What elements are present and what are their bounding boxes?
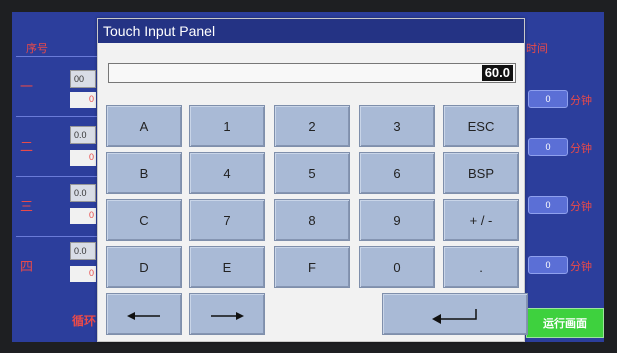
bg-row-1-box[interactable]: 00 (70, 70, 96, 88)
bg-row-1-unit: 分钟 (570, 94, 592, 107)
key-6[interactable]: 6 (359, 152, 435, 194)
bg-row-4-pill[interactable]: 0 (528, 256, 568, 274)
bg-row-1-pill[interactable]: 0 (528, 90, 568, 108)
bg-row-3-white[interactable]: 0 (70, 208, 96, 224)
bg-row-2-pill[interactable]: 0 (528, 138, 568, 156)
bg-row-1-label: 一 (20, 80, 34, 95)
bg-row-2-unit: 分钟 (570, 142, 592, 155)
key-bsp[interactable]: BSP (443, 152, 519, 194)
bg-row-3-pill[interactable]: 0 (528, 196, 568, 214)
cursor-right-button[interactable] (189, 293, 265, 335)
key-4[interactable]: 4 (189, 152, 265, 194)
key-esc[interactable]: ESC (443, 105, 519, 147)
panel-title-bar: Touch Input Panel (98, 19, 524, 43)
enter-button[interactable] (382, 293, 528, 335)
key-7[interactable]: 7 (189, 199, 265, 241)
key-a[interactable]: A (106, 105, 182, 147)
bg-row-1-white[interactable]: 0 (70, 92, 96, 108)
display-value: 60.0 (481, 65, 513, 81)
key-3[interactable]: 3 (359, 105, 435, 147)
key-0[interactable]: 0 (359, 246, 435, 288)
bg-row-4-white[interactable]: 0 (70, 266, 96, 282)
touch-input-panel: Touch Input Panel 60.0 A 1 2 3 ESC B 4 5… (97, 18, 528, 342)
bg-row-3-box[interactable]: 0.0 (70, 184, 96, 202)
key-1[interactable]: 1 (189, 105, 265, 147)
key-b[interactable]: B (106, 152, 182, 194)
enter-icon (432, 308, 477, 324)
key-e[interactable]: E (189, 246, 265, 288)
bg-row-4-label: 四 (20, 260, 34, 275)
key-2[interactable]: 2 (274, 105, 350, 147)
run-screen-button[interactable]: 运行画面 (526, 308, 604, 338)
cursor-left-button[interactable] (106, 293, 182, 335)
arrow-right-icon (211, 311, 244, 320)
key-d[interactable]: D (106, 246, 182, 288)
bg-row-3-unit: 分钟 (570, 200, 592, 213)
key-8[interactable]: 8 (274, 199, 350, 241)
key-f[interactable]: F (274, 246, 350, 288)
key-sign[interactable]: + / - (443, 199, 519, 241)
arrow-left-icon (127, 311, 160, 320)
key-c[interactable]: C (106, 199, 182, 241)
key-9[interactable]: 9 (359, 199, 435, 241)
key-5[interactable]: 5 (274, 152, 350, 194)
key-dot[interactable]: . (443, 246, 519, 288)
bg-row-2-white[interactable]: 0 (70, 150, 96, 166)
bg-right-header: 时间 (526, 42, 548, 55)
bg-row-2-box[interactable]: 0.0 (70, 126, 96, 144)
bg-bottom-left-text: 循环 (72, 314, 97, 328)
value-display[interactable]: 60.0 (108, 63, 516, 83)
bg-row-2-label: 二 (20, 140, 34, 155)
bg-row-4-box[interactable]: 0.0 (70, 242, 96, 260)
bg-left-header: 序号 (26, 42, 48, 55)
bg-row-3-label: 三 (20, 200, 34, 215)
bg-row-4-unit: 分钟 (570, 260, 592, 273)
